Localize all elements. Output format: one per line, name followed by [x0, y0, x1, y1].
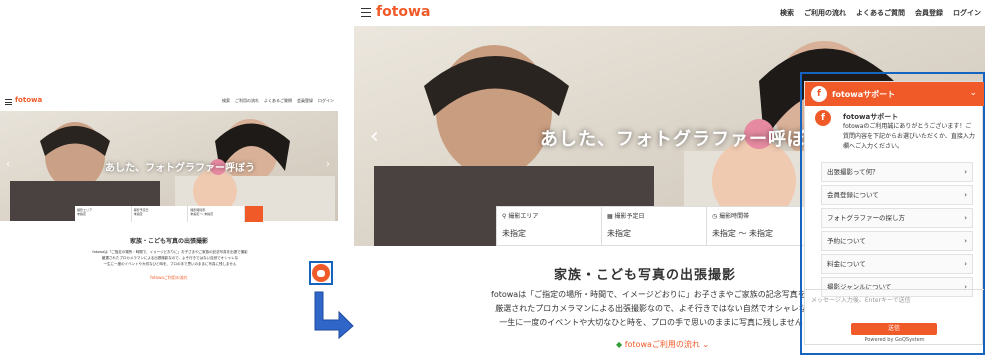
beginner-icon: ◆: [616, 340, 625, 349]
chat-header[interactable]: f fotowaサポート ⌄: [805, 82, 984, 106]
chat-launcher-button[interactable]: [312, 264, 330, 282]
thumb-section-desc: fotowaは「ご指定の場所・時間で、イメージどおりに」お子さまやご家族の記念写…: [92, 250, 248, 266]
nav-login[interactable]: ログイン: [953, 8, 981, 18]
thumb-search-button[interactable]: [245, 206, 264, 222]
thumb-nav-item[interactable]: ログイン: [318, 98, 334, 104]
search-date-field[interactable]: ▦ 撮影予定日 未指定: [602, 207, 707, 245]
chevron-right-icon: ›: [964, 237, 967, 245]
sender-avatar-icon: f: [815, 110, 831, 126]
thumb-search-area[interactable]: 撮影エリア 未指定: [75, 206, 132, 222]
search-area-field[interactable]: ⚲ 撮影エリア 未指定: [497, 207, 602, 245]
thumb-search-date[interactable]: 撮影予定日 未指定: [132, 206, 189, 222]
chat-menu-item[interactable]: 出張撮影って何？ ›: [821, 162, 973, 182]
search-bar: ⚲ 撮影エリア 未指定 ▦ 撮影予定日 未指定 ◷ 撮影時間帯 未指定 〜 未指…: [496, 206, 826, 246]
chat-menu-item[interactable]: 予約について ›: [821, 231, 973, 251]
site-logo[interactable]: fotowa: [376, 4, 430, 20]
chat-avatar-icon: f: [811, 86, 827, 102]
thumb-header: fotowa 検索 ご利用の流れ よくあるご質問 会員登録 ログイン: [0, 93, 338, 111]
nav-search[interactable]: 検索: [780, 8, 794, 18]
chevron-right-icon: ›: [964, 214, 967, 222]
sender-name: fotowaサポート: [843, 113, 899, 121]
chevron-down-icon[interactable]: ⌄: [969, 88, 977, 98]
thumb-flow-link[interactable]: fotowaご利用の流れ: [0, 275, 338, 281]
chat-menu-item[interactable]: フォトグラファーの探し方 ›: [821, 208, 973, 228]
chevron-right-icon: ›: [964, 260, 967, 268]
thumb-search-bar: 撮影エリア 未指定 撮影予定日 未指定 撮影時間帯 未指定 〜 未指定: [75, 206, 264, 222]
hero-catch: あした、フォトグラファー呼ぼう: [540, 129, 825, 150]
nav-register[interactable]: 会員登録: [915, 8, 943, 18]
thumb-hero-image: ‹ › あした、フォトグラファー呼ぼう: [0, 111, 338, 221]
thumb-search-time[interactable]: 撮影時間帯 未指定 〜 未指定: [188, 206, 246, 222]
message-text: fotowaのご利用誠にありがとうございます！ご質問内容を下記からお選びいただく…: [843, 123, 975, 150]
section-title: 家族・こども写真の出張撮影: [554, 268, 737, 283]
thumb-logo[interactable]: fotowa: [15, 96, 42, 104]
nav-faq[interactable]: よくあるご質問: [856, 8, 905, 18]
menu-icon[interactable]: [5, 99, 12, 105]
thumb-nav: 検索 ご利用の流れ よくあるご質問 会員登録 ログイン: [222, 98, 334, 104]
carousel-prev-icon[interactable]: ‹: [370, 124, 379, 149]
chat-input[interactable]: メッセージ入力後、Enterキーで送信: [805, 289, 984, 321]
page-thumbnail: fotowa 検索 ご利用の流れ よくあるご質問 会員登録 ログイン ‹ › あ…: [0, 93, 338, 293]
thumb-nav-item[interactable]: 検索: [222, 98, 230, 104]
thumb-section-title: 家族・こども写真の出張撮影: [129, 238, 208, 245]
chat-bubble-icon: [317, 269, 325, 277]
site-header: fotowa 検索 ご利用の流れ よくあるご質問 会員登録 ログイン: [354, 0, 985, 26]
section-description: fotowaは「ご指定の場所・時間で、イメージどおりに」お子さまやご家族の記念写…: [491, 290, 846, 327]
thumb-nav-item[interactable]: ご利用の流れ: [235, 98, 259, 104]
chat-widget: f fotowaサポート ⌄ f fotowaサポート fotowaのご利用誠に…: [804, 81, 984, 345]
nav-flow[interactable]: ご利用の流れ: [804, 8, 846, 18]
calendar-icon: ▦: [606, 213, 615, 220]
chevron-right-icon: ›: [964, 191, 967, 199]
chat-menu-item[interactable]: 会員登録について ›: [821, 185, 973, 205]
chat-title: fotowaサポート: [832, 90, 896, 99]
chevron-right-icon: ›: [964, 168, 967, 176]
flow-link[interactable]: ◆ fotowaご利用の流れ ⌄: [616, 339, 709, 350]
menu-icon[interactable]: [361, 8, 371, 17]
thumb-nav-item[interactable]: よくあるご質問: [264, 98, 292, 104]
chat-menu-item[interactable]: 料金について ›: [821, 254, 973, 274]
thumb-nav-item[interactable]: 会員登録: [297, 98, 313, 104]
header-nav: 検索 ご利用の流れ よくあるご質問 会員登録 ログイン: [780, 8, 981, 18]
carousel-prev-icon[interactable]: ‹: [6, 159, 10, 170]
send-button[interactable]: 送信: [851, 323, 937, 335]
transition-arrow-icon: [314, 291, 354, 340]
carousel-next-icon[interactable]: ›: [326, 159, 330, 170]
powered-by: Powered by GoQSystem: [864, 337, 925, 343]
chat-menu: 出張撮影って何？ › 会員登録について › フォトグラファーの探し方 › 予約について…: [821, 162, 973, 300]
thumb-hero-catch: あした、フォトグラファー呼ぼう: [105, 163, 255, 174]
